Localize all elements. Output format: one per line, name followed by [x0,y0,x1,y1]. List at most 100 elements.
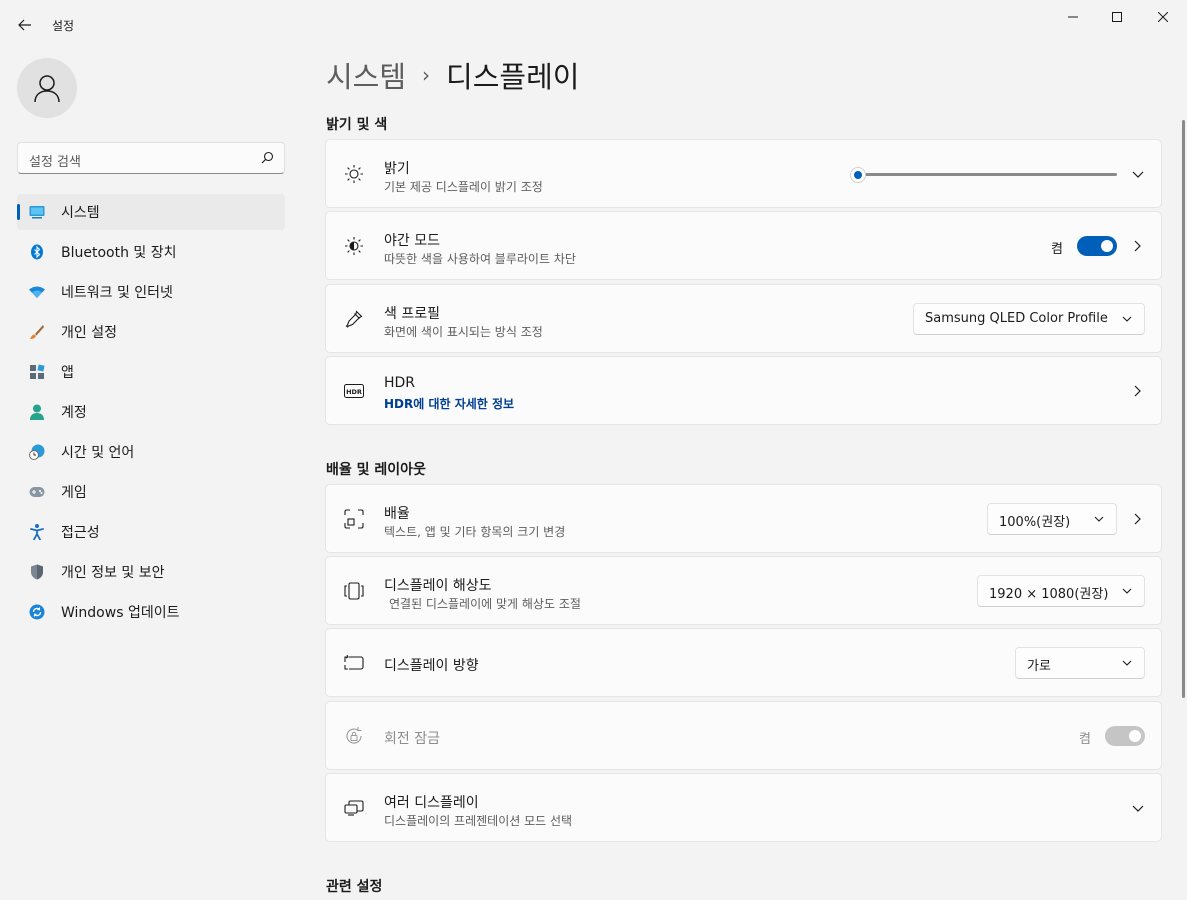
bluetooth-icon [29,244,45,260]
rotation-lock-title: 회전 잠금 [384,731,440,747]
resolution-subtitle: 연결된 디스플레이에 맞게 해상도 조절 [389,597,581,611]
sidebar-item-accessibility[interactable]: 접근성 [17,514,285,550]
resolution-title: 디스플레이 해상도 [384,578,492,594]
sidebar-nav: 시스템 Bluetooth 및 장치 네트워크 및 인터넷 개인 설정 앱 계정 [17,194,285,634]
minimize-button[interactable] [1050,0,1096,34]
minimize-icon [1068,16,1078,18]
sidebar-item-label: Windows 업데이트 [61,605,180,621]
night-light-subtitle: 따뜻한 색을 사용하여 블루라이트 차단 [384,252,576,266]
multiple-displays-icon [344,798,364,818]
color-profile-dropdown[interactable]: Samsung QLED Color Profile [913,303,1145,335]
sidebar-item-label: 시스템 [61,205,100,221]
multiple-displays-card[interactable]: 여러 디스플레이 디스플레이의 프레젠테이션 모드 선택 [325,773,1162,842]
close-button[interactable] [1140,0,1186,34]
update-icon [29,604,45,620]
color-profile-subtitle: 화면에 색이 표시되는 방식 조정 [384,325,543,339]
app-title: 설정 [52,19,75,33]
section-title-brightness-color: 밝기 및 색 [326,117,388,133]
section-title-related: 관련 설정 [326,879,383,895]
avatar[interactable] [17,58,77,118]
sidebar-item-gaming[interactable]: 게임 [17,474,285,510]
sidebar-item-windows-update[interactable]: Windows 업데이트 [17,594,285,630]
breadcrumb: 시스템 › 디스플레이 [326,54,579,96]
accessibility-icon [29,524,45,540]
orientation-icon [344,653,364,673]
page-title: 디스플레이 [446,60,580,94]
sidebar-item-personalization[interactable]: 개인 설정 [17,314,285,350]
night-light-toggle[interactable] [1077,236,1117,256]
night-light-card[interactable]: 야간 모드 따뜻한 색을 사용하여 블루라이트 차단 켬 [325,211,1162,280]
orientation-card: 디스플레이 방향 가로 [325,628,1162,697]
sidebar-item-apps[interactable]: 앱 [17,354,285,390]
brightness-card[interactable]: 밝기 기본 제공 디스플레이 밝기 조정 [325,139,1162,208]
chevron-down-icon [1122,315,1132,323]
chevron-right-icon[interactable] [1131,384,1143,398]
sidebar-item-accounts[interactable]: 계정 [17,394,285,430]
chevron-down-icon [1122,587,1132,595]
search-input[interactable]: 설정 검색 [17,142,285,174]
breadcrumb-parent[interactable]: 시스템 [326,54,406,96]
scale-dropdown[interactable]: 100%(권장) [987,503,1117,535]
apps-icon [29,364,45,380]
resolution-dropdown[interactable]: 1920 × 1080(권장) [977,575,1145,607]
brightness-slider-track[interactable] [859,173,1117,176]
section-title-scale-layout: 배율 및 레이아웃 [326,462,426,478]
scale-card[interactable]: 배율 텍스트, 앱 및 기타 항목의 크기 변경 100%(권장) [325,484,1162,553]
wifi-icon [29,284,45,300]
back-button[interactable] [10,10,40,40]
brush-icon [29,324,45,340]
resolution-card: 디스플레이 해상도 연결된 디스플레이에 맞게 해상도 조절 1920 × 10… [325,556,1162,625]
orientation-dropdown[interactable]: 가로 [1015,647,1145,679]
chevron-down-icon [1094,515,1104,523]
maximize-icon [1112,12,1122,22]
rotation-lock-card: 회전 잠금 켬 [325,701,1162,770]
orientation-title: 디스플레이 방향 [384,658,479,674]
scale-icon [344,509,364,529]
color-profile-card: 색 프로필 화면에 색이 표시되는 방식 조정 Samsung QLED Col… [325,284,1162,353]
sidebar-item-time-language[interactable]: 시간 및 언어 [17,434,285,470]
close-icon [1158,12,1168,22]
hdr-info-link[interactable]: HDR에 대한 자세한 정보 [384,395,514,412]
scale-title: 배율 [384,506,410,522]
sidebar-item-label: 접근성 [61,525,100,541]
color-profile-title: 색 프로필 [384,306,440,322]
sidebar-item-network[interactable]: 네트워크 및 인터넷 [17,274,285,310]
rotation-lock-toggle [1105,726,1145,746]
sidebar-item-system[interactable]: 시스템 [17,194,285,230]
chevron-right-icon[interactable] [1131,512,1143,526]
shield-icon [29,564,45,580]
sidebar-item-label: 시간 및 언어 [61,445,135,461]
search-icon [261,151,274,164]
svg-text:HDR: HDR [346,388,362,396]
brightness-subtitle: 기본 제공 디스플레이 밝기 조정 [384,180,543,194]
hdr-icon: HDR [344,381,364,401]
scrollbar[interactable] [1182,120,1185,698]
title-bar: 설정 [0,0,1187,48]
system-icon [29,204,45,220]
sun-icon [344,164,364,184]
chevron-down-icon [1122,659,1132,667]
multiple-displays-title: 여러 디스플레이 [384,795,479,811]
sidebar-item-label: 앱 [61,365,74,381]
chevron-down-icon[interactable] [1131,802,1145,814]
brightness-title: 밝기 [384,161,410,177]
maximize-button[interactable] [1094,0,1140,34]
chevron-down-icon[interactable] [1131,168,1145,180]
account-icon [29,404,45,420]
sidebar-item-label: 개인 설정 [61,325,117,341]
sidebar-item-label: 개인 정보 및 보안 [61,565,165,581]
multiple-displays-subtitle: 디스플레이의 프레젠테이션 모드 선택 [384,814,573,828]
breadcrumb-separator: › [422,63,431,87]
globe-clock-icon [29,444,45,460]
user-icon [34,75,60,103]
color-profile-selected: Samsung QLED Color Profile [925,311,1108,326]
eyedropper-icon [344,309,364,329]
chevron-right-icon[interactable] [1131,239,1143,253]
sidebar-item-bluetooth[interactable]: Bluetooth 및 장치 [17,234,285,270]
night-light-title: 야간 모드 [384,233,440,249]
brightness-slider-thumb[interactable] [850,167,866,183]
sidebar-item-privacy-security[interactable]: 개인 정보 및 보안 [17,554,285,590]
hdr-card[interactable]: HDR HDR HDR에 대한 자세한 정보 [325,356,1162,425]
sidebar-item-label: Bluetooth 및 장치 [61,245,177,261]
sidebar-item-label: 네트워크 및 인터넷 [61,285,173,301]
